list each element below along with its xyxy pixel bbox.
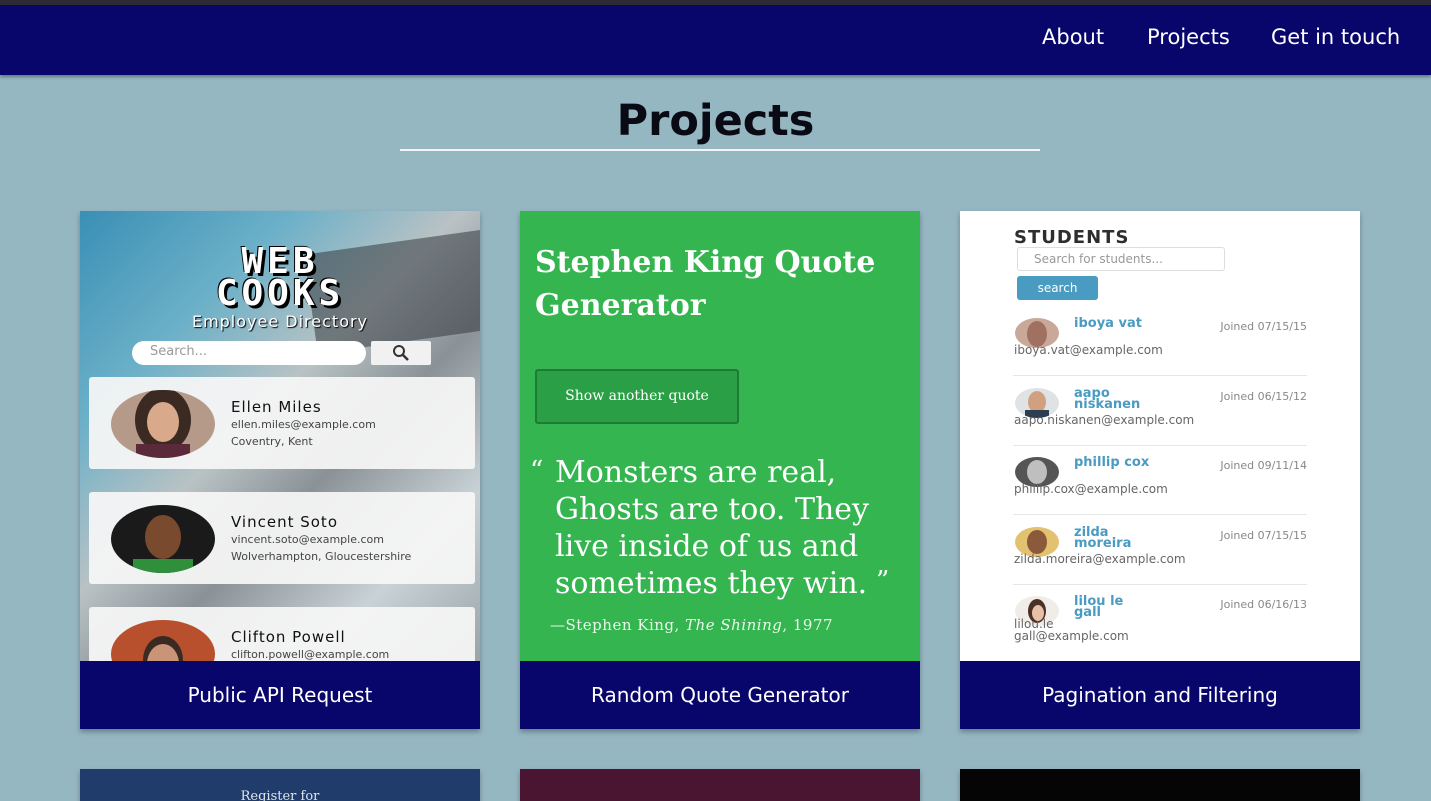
nav-link-about[interactable]: About (1042, 25, 1104, 49)
show-another-quote-button: Show another quote (535, 369, 739, 424)
web-cooks-title-line2: COOKS (215, 273, 345, 314)
top-nav: About Projects Get in touch (0, 5, 1431, 75)
employee-name: Ellen Miles (231, 398, 322, 416)
student-email: lilou.le gall@example.com (1014, 617, 1129, 643)
student-row: zilda moreira Joined 07/15/15 zilda.more… (1013, 525, 1307, 597)
student-email: zilda.moreira@example.com (1014, 552, 1186, 566)
project-card-random-quote[interactable]: Stephen King Quote Generator Show anothe… (520, 211, 920, 729)
quote-citation: —Stephen King, The Shining, 1977 (550, 616, 833, 634)
project-card-partial-2[interactable] (520, 769, 920, 801)
row-divider (1013, 375, 1307, 376)
employee-directory-subtitle: Employee Directory (191, 312, 369, 331)
partial-card-text: Register for (240, 789, 320, 801)
student-joined-date: Joined 07/15/15 (1220, 320, 1307, 333)
open-quote-mark: “ (530, 456, 544, 486)
student-email: aapo.niskanen@example.com (1014, 413, 1195, 427)
project-card-pagination[interactable]: STUDENTS Search for students... search i… (960, 211, 1360, 729)
page-title: Projects (616, 96, 815, 146)
row-divider (1013, 514, 1307, 515)
citation-year: , 1977 (782, 616, 834, 634)
row-divider (1013, 445, 1307, 446)
project-thumbnail-web-cooks: WEB COOKS Employee Directory Search... E… (80, 211, 480, 661)
employee-email: vincent.soto@example.com (231, 533, 384, 546)
employee-card: Ellen Miles ellen.miles@example.com Cove… (89, 377, 475, 469)
project-caption[interactable]: Random Quote Generator (520, 661, 920, 729)
close-quote-mark: ” (876, 566, 890, 596)
student-joined-date: Joined 09/11/14 (1220, 459, 1307, 472)
employee-avatar (111, 620, 215, 661)
project-thumbnail-quote-generator: Stephen King Quote Generator Show anothe… (520, 211, 920, 661)
project-card-partial-1[interactable]: Register for (80, 769, 480, 801)
project-caption[interactable]: Public API Request (80, 661, 480, 729)
project-card-partial-3[interactable] (960, 769, 1360, 801)
nav-link-projects[interactable]: Projects (1147, 25, 1230, 49)
magnifier-icon (371, 341, 431, 365)
student-name: aapo niskanen (1074, 386, 1141, 412)
employee-name: Clifton Powell (231, 628, 346, 646)
quote-app-title: Stephen King Quote Generator (535, 245, 876, 323)
employee-card: Clifton Powell clifton.powell@example.co… (89, 607, 475, 661)
student-name: iboya vat (1074, 316, 1142, 331)
nav-link-get-in-touch[interactable]: Get in touch (1271, 25, 1400, 49)
project-caption[interactable]: Pagination and Filtering (960, 661, 1360, 729)
student-search-input: Search for students... (1017, 247, 1225, 271)
quote-text: Monsters are real, Ghosts are too. They … (555, 455, 870, 601)
employee-location: Wolverhampton, Gloucestershire (231, 550, 412, 563)
employee-location: Coventry, Kent (231, 435, 313, 448)
student-row: aapo niskanen Joined 06/15/12 aapo.niska… (1013, 386, 1307, 458)
row-divider (1013, 584, 1307, 585)
student-row: phillip cox Joined 09/11/14 phillip.cox@… (1013, 455, 1307, 527)
students-title: STUDENTS (1014, 227, 1130, 248)
employee-email: ellen.miles@example.com (231, 418, 376, 431)
citation-work: The Shining (685, 616, 783, 634)
student-search-button: search (1017, 276, 1098, 300)
employee-name: Vincent Soto (231, 513, 338, 531)
student-joined-date: Joined 06/16/13 (1220, 598, 1307, 611)
student-email: phillip.cox@example.com (1014, 482, 1168, 496)
student-row: iboya vat Joined 07/15/15 iboya.vat@exam… (1013, 316, 1307, 388)
employee-search-input: Search... (132, 341, 366, 365)
student-name: zilda moreira (1074, 525, 1132, 551)
student-joined-date: Joined 06/15/12 (1220, 390, 1307, 403)
employee-avatar (111, 390, 215, 458)
student-name: lilou le gall (1074, 594, 1124, 620)
student-name: phillip cox (1074, 455, 1150, 470)
citation-author: —Stephen King, (550, 616, 680, 634)
employee-card: Vincent Soto vincent.soto@example.com Wo… (89, 492, 475, 584)
student-joined-date: Joined 07/15/15 (1220, 529, 1307, 542)
project-card-public-api[interactable]: WEB COOKS Employee Directory Search... E… (80, 211, 480, 729)
title-underline (400, 149, 1040, 151)
project-thumbnail-students: STUDENTS Search for students... search i… (960, 211, 1360, 661)
student-row: lilou le gall Joined 06/16/13 lilou.le g… (1013, 594, 1307, 661)
employee-email: clifton.powell@example.com (231, 648, 390, 661)
employee-avatar (111, 505, 215, 573)
student-email: iboya.vat@example.com (1014, 343, 1163, 357)
